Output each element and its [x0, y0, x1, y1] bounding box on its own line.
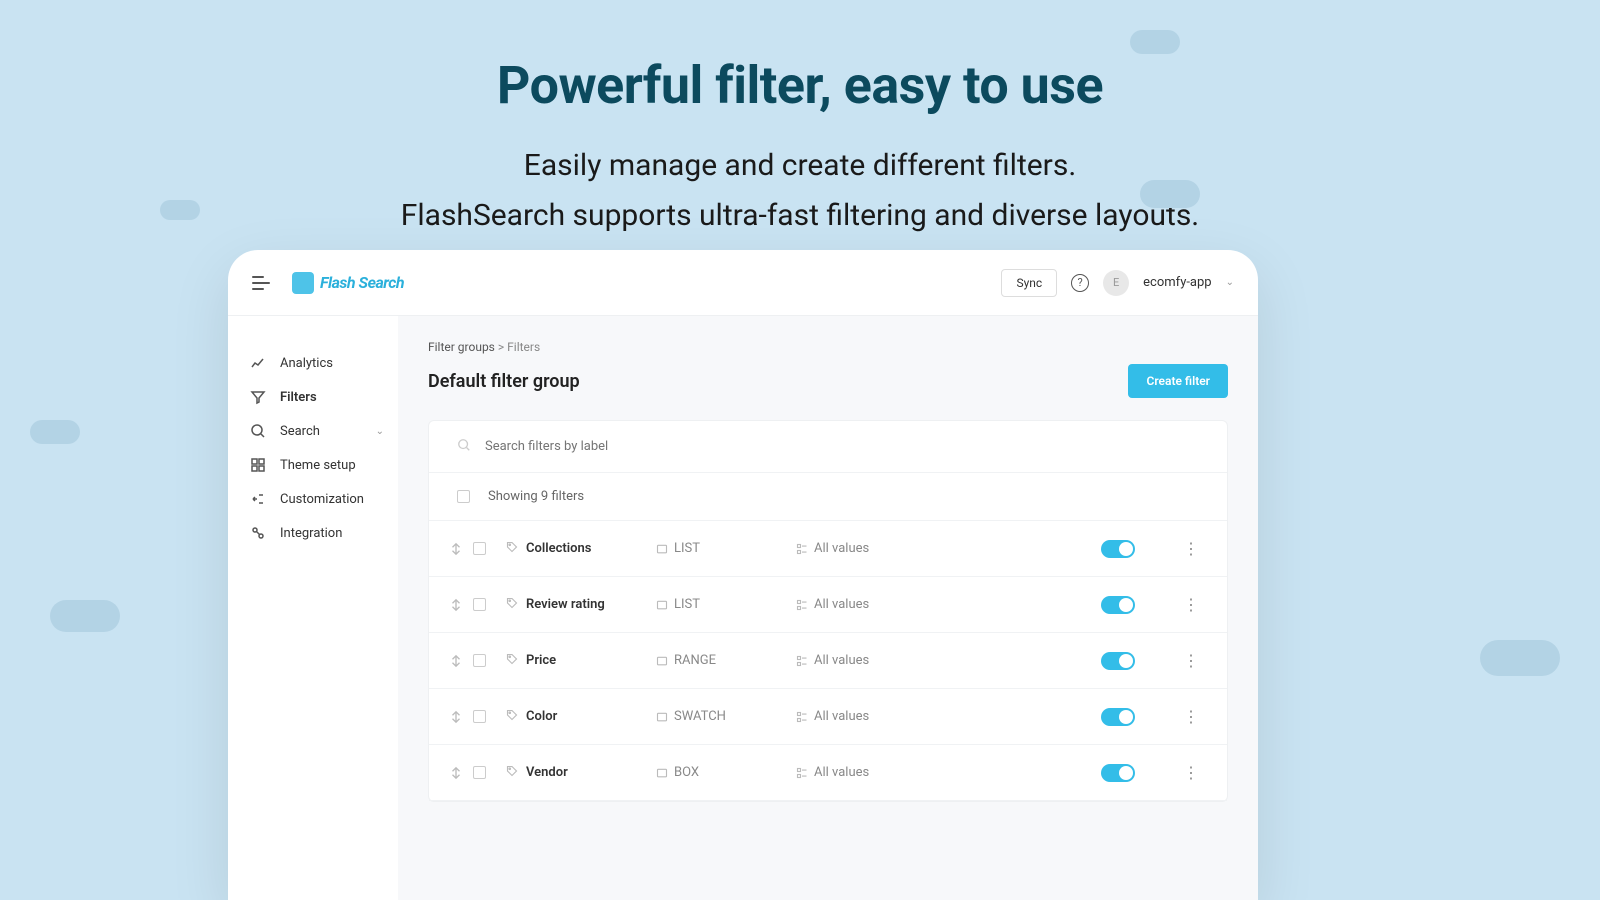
- filter-values: All values: [796, 541, 996, 556]
- sync-button[interactable]: Sync: [1001, 269, 1057, 297]
- row-menu-icon[interactable]: ⋮: [1175, 539, 1207, 558]
- hero-section: Powerful filter, easy to use Easily mana…: [0, 0, 1600, 240]
- row-menu-icon[interactable]: ⋮: [1175, 651, 1207, 670]
- panel-search-row: [429, 421, 1227, 473]
- filter-name: Review rating: [526, 597, 656, 612]
- enable-toggle[interactable]: [1101, 708, 1135, 726]
- panel-count-row: Showing 9 filters: [429, 473, 1227, 521]
- row-checkbox[interactable]: [473, 710, 486, 723]
- filter-row[interactable]: Price RANGE All values ⋮: [429, 633, 1227, 689]
- analytics-icon: [250, 355, 266, 371]
- drag-handle-icon[interactable]: [449, 766, 465, 780]
- breadcrumb-root[interactable]: Filter groups: [428, 340, 495, 354]
- drag-handle-icon[interactable]: [449, 542, 465, 556]
- customization-icon: [250, 491, 266, 507]
- filter-type: LIST: [656, 597, 796, 612]
- create-filter-button[interactable]: Create filter: [1128, 364, 1228, 398]
- theme-icon: [250, 457, 266, 473]
- filter-name: Collections: [526, 541, 656, 556]
- tag-icon: [506, 765, 518, 781]
- row-menu-icon[interactable]: ⋮: [1175, 595, 1207, 614]
- filter-type: BOX: [656, 765, 796, 780]
- sidebar-item-customization[interactable]: Customization: [250, 482, 398, 516]
- tag-icon: [506, 709, 518, 725]
- filter-type: RANGE: [656, 653, 796, 668]
- sidebar-item-label: Filters: [280, 390, 317, 405]
- search-input[interactable]: [485, 439, 785, 454]
- row-checkbox[interactable]: [473, 654, 486, 667]
- hero-subtitle: Easily manage and create different filte…: [0, 141, 1600, 240]
- main-content: Filter groups > Filters Default filter g…: [398, 316, 1258, 900]
- filter-values: All values: [796, 653, 996, 668]
- sidebar-item-label: Integration: [280, 526, 342, 541]
- tag-icon: [506, 653, 518, 669]
- filters-panel: Showing 9 filters Collections LIST All v…: [428, 420, 1228, 802]
- drag-handle-icon[interactable]: [449, 710, 465, 724]
- sidebar-item-label: Theme setup: [280, 458, 356, 473]
- row-menu-icon[interactable]: ⋮: [1175, 707, 1207, 726]
- filter-row[interactable]: Collections LIST All values ⋮: [429, 521, 1227, 577]
- sidebar: Analytics Filters Search ⌄ Theme setup C…: [228, 316, 398, 900]
- breadcrumb-current: Filters: [507, 340, 540, 354]
- chevron-down-icon: ⌄: [376, 426, 384, 437]
- sidebar-item-integration[interactable]: Integration: [250, 516, 398, 550]
- menu-toggle-icon[interactable]: [252, 276, 270, 290]
- avatar[interactable]: E: [1103, 270, 1129, 296]
- filter-type: LIST: [656, 541, 796, 556]
- row-menu-icon[interactable]: ⋮: [1175, 763, 1207, 782]
- breadcrumb: Filter groups > Filters: [428, 340, 1228, 354]
- search-icon: [457, 437, 471, 456]
- sidebar-item-label: Search: [280, 424, 320, 439]
- enable-toggle[interactable]: [1101, 540, 1135, 558]
- sidebar-item-theme[interactable]: Theme setup: [250, 448, 398, 482]
- drag-handle-icon[interactable]: [449, 654, 465, 668]
- integration-icon: [250, 525, 266, 541]
- filter-count-label: Showing 9 filters: [488, 489, 584, 504]
- brand-logo[interactable]: Flash Search: [292, 272, 404, 294]
- sidebar-item-label: Analytics: [280, 356, 333, 371]
- row-checkbox[interactable]: [473, 542, 486, 555]
- filter-name: Price: [526, 653, 656, 668]
- hero-title: Powerful filter, easy to use: [0, 55, 1600, 116]
- chevron-down-icon[interactable]: ⌄: [1226, 277, 1234, 288]
- sidebar-item-search[interactable]: Search ⌄: [250, 414, 398, 448]
- filter-row[interactable]: Color SWATCH All values ⋮: [429, 689, 1227, 745]
- sidebar-item-analytics[interactable]: Analytics: [250, 346, 398, 380]
- filter-icon: [250, 389, 266, 405]
- tag-icon: [506, 541, 518, 557]
- page-title: Default filter group: [428, 371, 580, 392]
- enable-toggle[interactable]: [1101, 652, 1135, 670]
- filter-row[interactable]: Review rating LIST All values ⋮: [429, 577, 1227, 633]
- account-name[interactable]: ecomfy-app: [1143, 275, 1211, 290]
- search-icon: [250, 423, 266, 439]
- filter-type: SWATCH: [656, 709, 796, 724]
- brand-name: Flash Search: [320, 273, 404, 292]
- help-icon[interactable]: ?: [1071, 274, 1089, 292]
- sidebar-item-filters[interactable]: Filters: [250, 380, 398, 414]
- tag-icon: [506, 597, 518, 613]
- select-all-checkbox[interactable]: [457, 490, 470, 503]
- logo-mark-icon: [292, 272, 314, 294]
- filter-values: All values: [796, 709, 996, 724]
- row-checkbox[interactable]: [473, 766, 486, 779]
- filter-values: All values: [796, 597, 996, 612]
- topbar: Flash Search Sync ? E ecomfy-app ⌄: [228, 250, 1258, 316]
- filter-values: All values: [796, 765, 996, 780]
- enable-toggle[interactable]: [1101, 764, 1135, 782]
- filter-name: Vendor: [526, 765, 656, 780]
- filter-row[interactable]: Vendor BOX All values ⋮: [429, 745, 1227, 801]
- sidebar-item-label: Customization: [280, 492, 364, 507]
- filter-name: Color: [526, 709, 656, 724]
- app-window: Flash Search Sync ? E ecomfy-app ⌄ Analy…: [228, 250, 1258, 900]
- enable-toggle[interactable]: [1101, 596, 1135, 614]
- drag-handle-icon[interactable]: [449, 598, 465, 612]
- row-checkbox[interactable]: [473, 598, 486, 611]
